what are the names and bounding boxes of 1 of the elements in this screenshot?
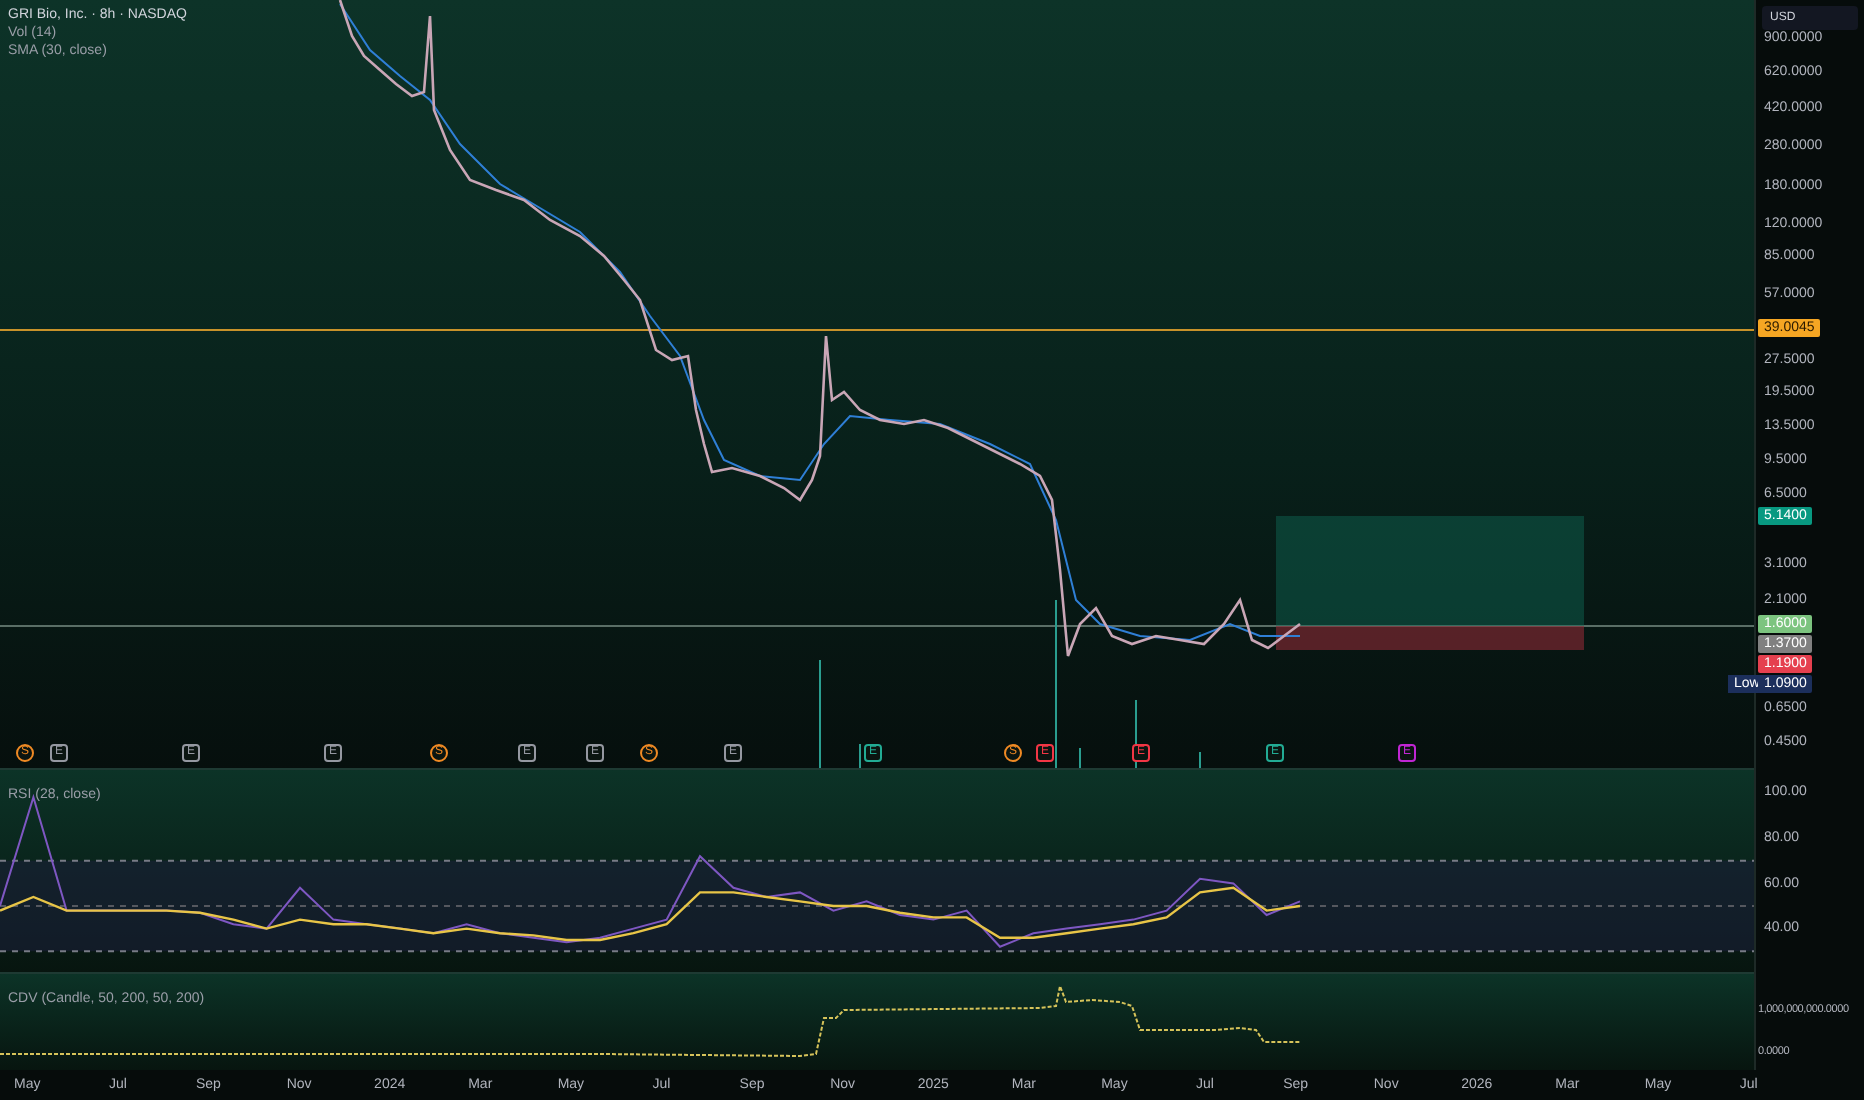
position-box-drawing[interactable] — [1276, 516, 1584, 650]
